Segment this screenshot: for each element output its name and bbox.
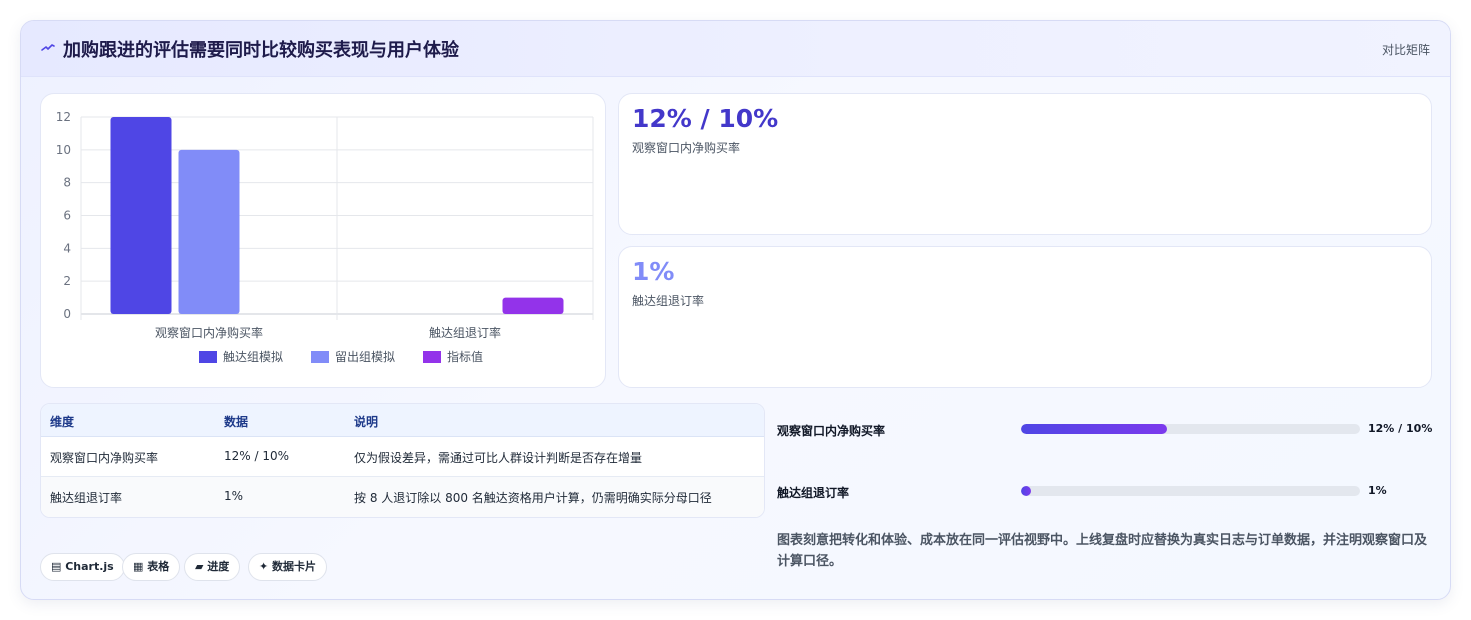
table-cell: 1% xyxy=(224,489,244,503)
column-header-description: 说明 xyxy=(354,415,379,429)
y-tick-label: 8 xyxy=(63,176,71,190)
table-row: 观察窗口内净购买率 12% / 10% 仅为假设差异，需通过可比人群设计判断是否… xyxy=(41,437,764,477)
progress-fill xyxy=(1021,424,1167,434)
progress-fill xyxy=(1021,486,1032,496)
chip-data-card[interactable]: ✦ 数据卡片 xyxy=(248,553,328,581)
legend-swatch xyxy=(423,351,441,363)
metrics-table: 维度 数据 说明 观察窗口内净购买率 12% / 10% 仅为假设差异，需通过可… xyxy=(40,403,765,518)
x-tick-label: 触达组退订率 xyxy=(429,325,501,340)
chip-table[interactable]: ▦ 表格 xyxy=(122,553,181,581)
table-cell: 按 8 人退订除以 800 名触达资格用户计算，仍需明确实际分母口径 xyxy=(354,491,712,505)
progress-track xyxy=(1021,424,1360,434)
y-tick-label: 0 xyxy=(63,307,71,321)
legend-swatch xyxy=(199,351,217,363)
bar xyxy=(502,297,564,314)
legend-label: 触达组模拟 xyxy=(223,350,283,364)
bar xyxy=(110,117,172,314)
chip-chartjs[interactable]: ▤ Chart.js xyxy=(40,553,125,581)
x-tick-label: 观察窗口内净购买率 xyxy=(155,325,263,340)
table-cell: 触达组退订率 xyxy=(50,491,123,505)
page-title: 加购跟进的评估需要同时比较购买表现与用户体验 xyxy=(63,40,459,61)
y-tick-label: 10 xyxy=(56,143,71,157)
y-tick-label: 6 xyxy=(63,209,71,223)
stat-label: 触达组退订率 xyxy=(632,294,705,308)
table-cell: 12% / 10% xyxy=(224,449,290,463)
table-header: 维度 数据 说明 xyxy=(41,404,764,437)
progress-value: 12% / 10% xyxy=(1368,422,1433,435)
comparison-card: 加购跟进的评估需要同时比较购买表现与用户体验 对比矩阵 0 2 4 6 8 10 12 观察窗… xyxy=(20,20,1451,600)
legend-label: 留出组模拟 xyxy=(335,350,395,364)
legend-label: 指标值 xyxy=(447,349,483,364)
column-header-dimension: 维度 xyxy=(50,415,75,429)
stat-label: 观察窗口内净购买率 xyxy=(632,141,741,155)
bar xyxy=(178,149,240,314)
stat-card-purchase-rate: 12% / 10% 观察窗口内净购买率 xyxy=(618,93,1432,235)
progress-value: 1% xyxy=(1368,484,1387,497)
card-header: 加购跟进的评估需要同时比较购买表现与用户体验 对比矩阵 xyxy=(21,21,1450,77)
chip-progress[interactable]: ▰ 进度 xyxy=(184,553,241,581)
y-tick-label: 2 xyxy=(63,274,71,288)
y-tick-label: 12 xyxy=(56,110,71,124)
sparkline-icon xyxy=(41,44,55,51)
footnote: 图表刻意把转化和体验、成本放在同一评估视野中。上线复盘时应替换为真实日志与订单数… xyxy=(777,533,1428,569)
table-row: 触达组退订率 1% 按 8 人退订除以 800 名触达资格用户计算，仍需明确实际… xyxy=(41,477,764,517)
stat-card-unsubscribe-rate: 1% 触达组退订率 xyxy=(618,246,1432,388)
y-tick-label: 4 xyxy=(63,241,71,255)
table-cell: 仅为假设差异，需通过可比人群设计判断是否存在增量 xyxy=(354,451,643,465)
progress-track xyxy=(1021,486,1360,496)
table-cell: 观察窗口内净购买率 xyxy=(50,451,159,465)
stat-value: 12% / 10% xyxy=(632,104,779,133)
stat-value: 1% xyxy=(632,257,675,286)
progress-label: 触达组退订率 xyxy=(777,486,850,500)
bar-chart: 0 2 4 6 8 10 12 观察窗口内净购买率 触达组退订率触达组模拟 留出组模拟 指标值 xyxy=(56,110,594,364)
legend-swatch xyxy=(311,351,329,363)
comparison-matrix-link[interactable]: 对比矩阵 xyxy=(1382,41,1430,58)
column-header-data: 数据 xyxy=(224,415,249,429)
chart-panel: 0 2 4 6 8 10 12 观察窗口内净购买率 触达组退订率触达组模拟 留出组模拟 指标值 xyxy=(40,93,606,388)
progress-label: 观察窗口内净购买率 xyxy=(777,424,886,438)
